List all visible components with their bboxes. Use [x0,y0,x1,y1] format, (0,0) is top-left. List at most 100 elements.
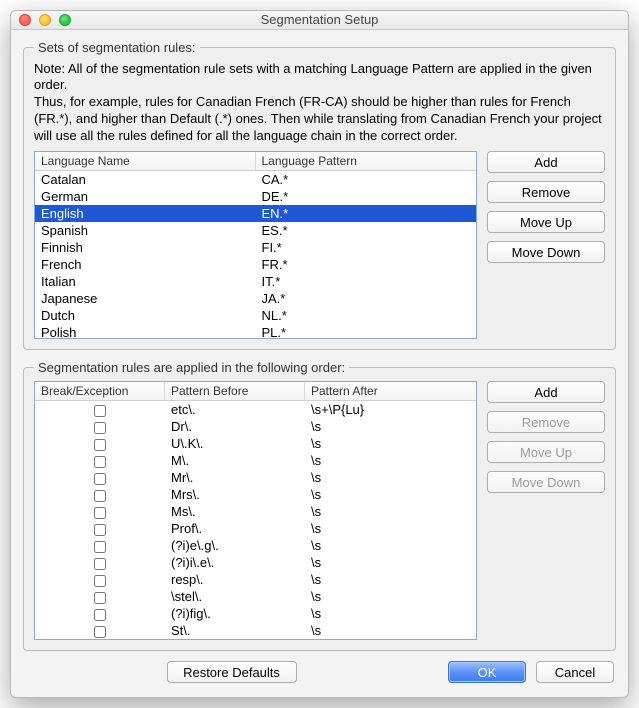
table-row[interactable]: ItalianIT.* [35,273,476,290]
col-language-name[interactable]: Language Name [35,152,256,170]
cell-pattern-before: Mr\. [165,469,305,486]
table-row[interactable]: (?i)fig\.\s [35,605,476,622]
cell-language-name: English [35,205,256,222]
break-checkbox[interactable] [94,405,106,417]
cell-break[interactable] [35,469,165,486]
break-checkbox[interactable] [94,558,106,570]
cell-language-pattern: ES.* [256,222,477,239]
cell-pattern-before: Ms\. [165,503,305,520]
cell-pattern-after: \s [305,452,476,469]
cell-language-name: Japanese [35,290,256,307]
table-row[interactable]: \stel\.\s [35,588,476,605]
cell-break[interactable] [35,486,165,503]
cell-language-name: Polish [35,324,256,339]
sets-add-button[interactable]: Add [487,151,605,173]
cell-pattern-after: \s [305,605,476,622]
break-checkbox[interactable] [94,609,106,621]
table-row[interactable]: Prof\.\s [35,520,476,537]
rules-table-body[interactable]: etc\.\s+\P{Lu}Dr\.\sU\.K\.\sM\.\sMr\.\sM… [35,401,476,639]
table-row[interactable]: SpanishES.* [35,222,476,239]
cell-pattern-after: \s [305,435,476,452]
languages-table-body[interactable]: CatalanCA.*GermanDE.*EnglishEN.*SpanishE… [35,171,476,339]
cell-language-pattern: CA.* [256,171,477,188]
languages-table[interactable]: Language Name Language Pattern CatalanCA… [34,151,477,339]
sets-legend: Sets of segmentation rules: [34,40,200,55]
sets-moveup-button[interactable]: Move Up [487,211,605,233]
break-checkbox[interactable] [94,456,106,468]
col-break-exception[interactable]: Break/Exception [35,382,165,400]
break-checkbox[interactable] [94,439,106,451]
table-row[interactable]: FrenchFR.* [35,256,476,273]
cell-break[interactable] [35,520,165,537]
table-row[interactable]: EnglishEN.* [35,205,476,222]
break-checkbox[interactable] [94,626,106,638]
cell-break[interactable] [35,537,165,554]
break-checkbox[interactable] [94,507,106,519]
table-row[interactable]: U\.K\.\s [35,435,476,452]
break-checkbox[interactable] [94,541,106,553]
cell-pattern-after: \s [305,588,476,605]
cell-pattern-before: (?i)i\.e\. [165,554,305,571]
table-row[interactable]: resp\.\s [35,571,476,588]
rules-moveup-button[interactable]: Move Up [487,441,605,463]
col-pattern-after[interactable]: Pattern After [305,382,476,400]
table-row[interactable]: M\.\s [35,452,476,469]
sets-remove-button[interactable]: Remove [487,181,605,203]
col-pattern-before[interactable]: Pattern Before [165,382,305,400]
cell-break[interactable] [35,452,165,469]
rules-add-button[interactable]: Add [487,381,605,403]
cell-pattern-after: \s [305,520,476,537]
rules-remove-button[interactable]: Remove [487,411,605,433]
table-row[interactable]: (?i)e\.g\.\s [35,537,476,554]
cell-break[interactable] [35,554,165,571]
cell-pattern-before: (?i)fig\. [165,605,305,622]
cell-language-name: Finnish [35,239,256,256]
table-row[interactable]: PolishPL.* [35,324,476,339]
table-row[interactable]: Mr\.\s [35,469,476,486]
cell-break[interactable] [35,435,165,452]
cancel-button[interactable]: Cancel [536,661,614,683]
col-language-pattern[interactable]: Language Pattern [256,152,477,170]
cell-break[interactable] [35,503,165,520]
table-row[interactable]: St\.\s [35,622,476,639]
dialog-footer: Restore Defaults OK Cancel [23,661,616,685]
cell-language-pattern: JA.* [256,290,477,307]
ok-button[interactable]: OK [448,661,526,683]
sets-movedown-button[interactable]: Move Down [487,241,605,263]
table-row[interactable]: Dr\.\s [35,418,476,435]
table-row[interactable]: GermanDE.* [35,188,476,205]
break-checkbox[interactable] [94,592,106,604]
table-row[interactable]: DutchNL.* [35,307,476,324]
cell-language-name: Dutch [35,307,256,324]
cell-language-pattern: NL.* [256,307,477,324]
cell-break[interactable] [35,588,165,605]
break-checkbox[interactable] [94,422,106,434]
cell-break[interactable] [35,571,165,588]
table-row[interactable]: etc\.\s+\P{Lu} [35,401,476,418]
break-checkbox[interactable] [94,490,106,502]
cell-break[interactable] [35,401,165,418]
table-row[interactable]: Mrs\.\s [35,486,476,503]
table-row[interactable]: JapaneseJA.* [35,290,476,307]
cell-break[interactable] [35,605,165,622]
table-row[interactable]: CatalanCA.* [35,171,476,188]
cell-language-name: Italian [35,273,256,290]
rules-table-header: Break/Exception Pattern Before Pattern A… [35,382,476,401]
cell-language-pattern: DE.* [256,188,477,205]
cell-pattern-after: \s [305,469,476,486]
cell-break[interactable] [35,622,165,639]
rules-movedown-button[interactable]: Move Down [487,471,605,493]
cell-break[interactable] [35,418,165,435]
rules-table[interactable]: Break/Exception Pattern Before Pattern A… [34,381,477,640]
restore-defaults-button[interactable]: Restore Defaults [167,661,297,683]
table-row[interactable]: FinnishFI.* [35,239,476,256]
break-checkbox[interactable] [94,524,106,536]
cell-language-pattern: FR.* [256,256,477,273]
cell-pattern-after: \s [305,622,476,639]
cell-pattern-after: \s [305,503,476,520]
table-row[interactable]: (?i)i\.e\.\s [35,554,476,571]
table-row[interactable]: Ms\.\s [35,503,476,520]
rules-legend: Segmentation rules are applied in the fo… [34,360,349,375]
break-checkbox[interactable] [94,575,106,587]
break-checkbox[interactable] [94,473,106,485]
